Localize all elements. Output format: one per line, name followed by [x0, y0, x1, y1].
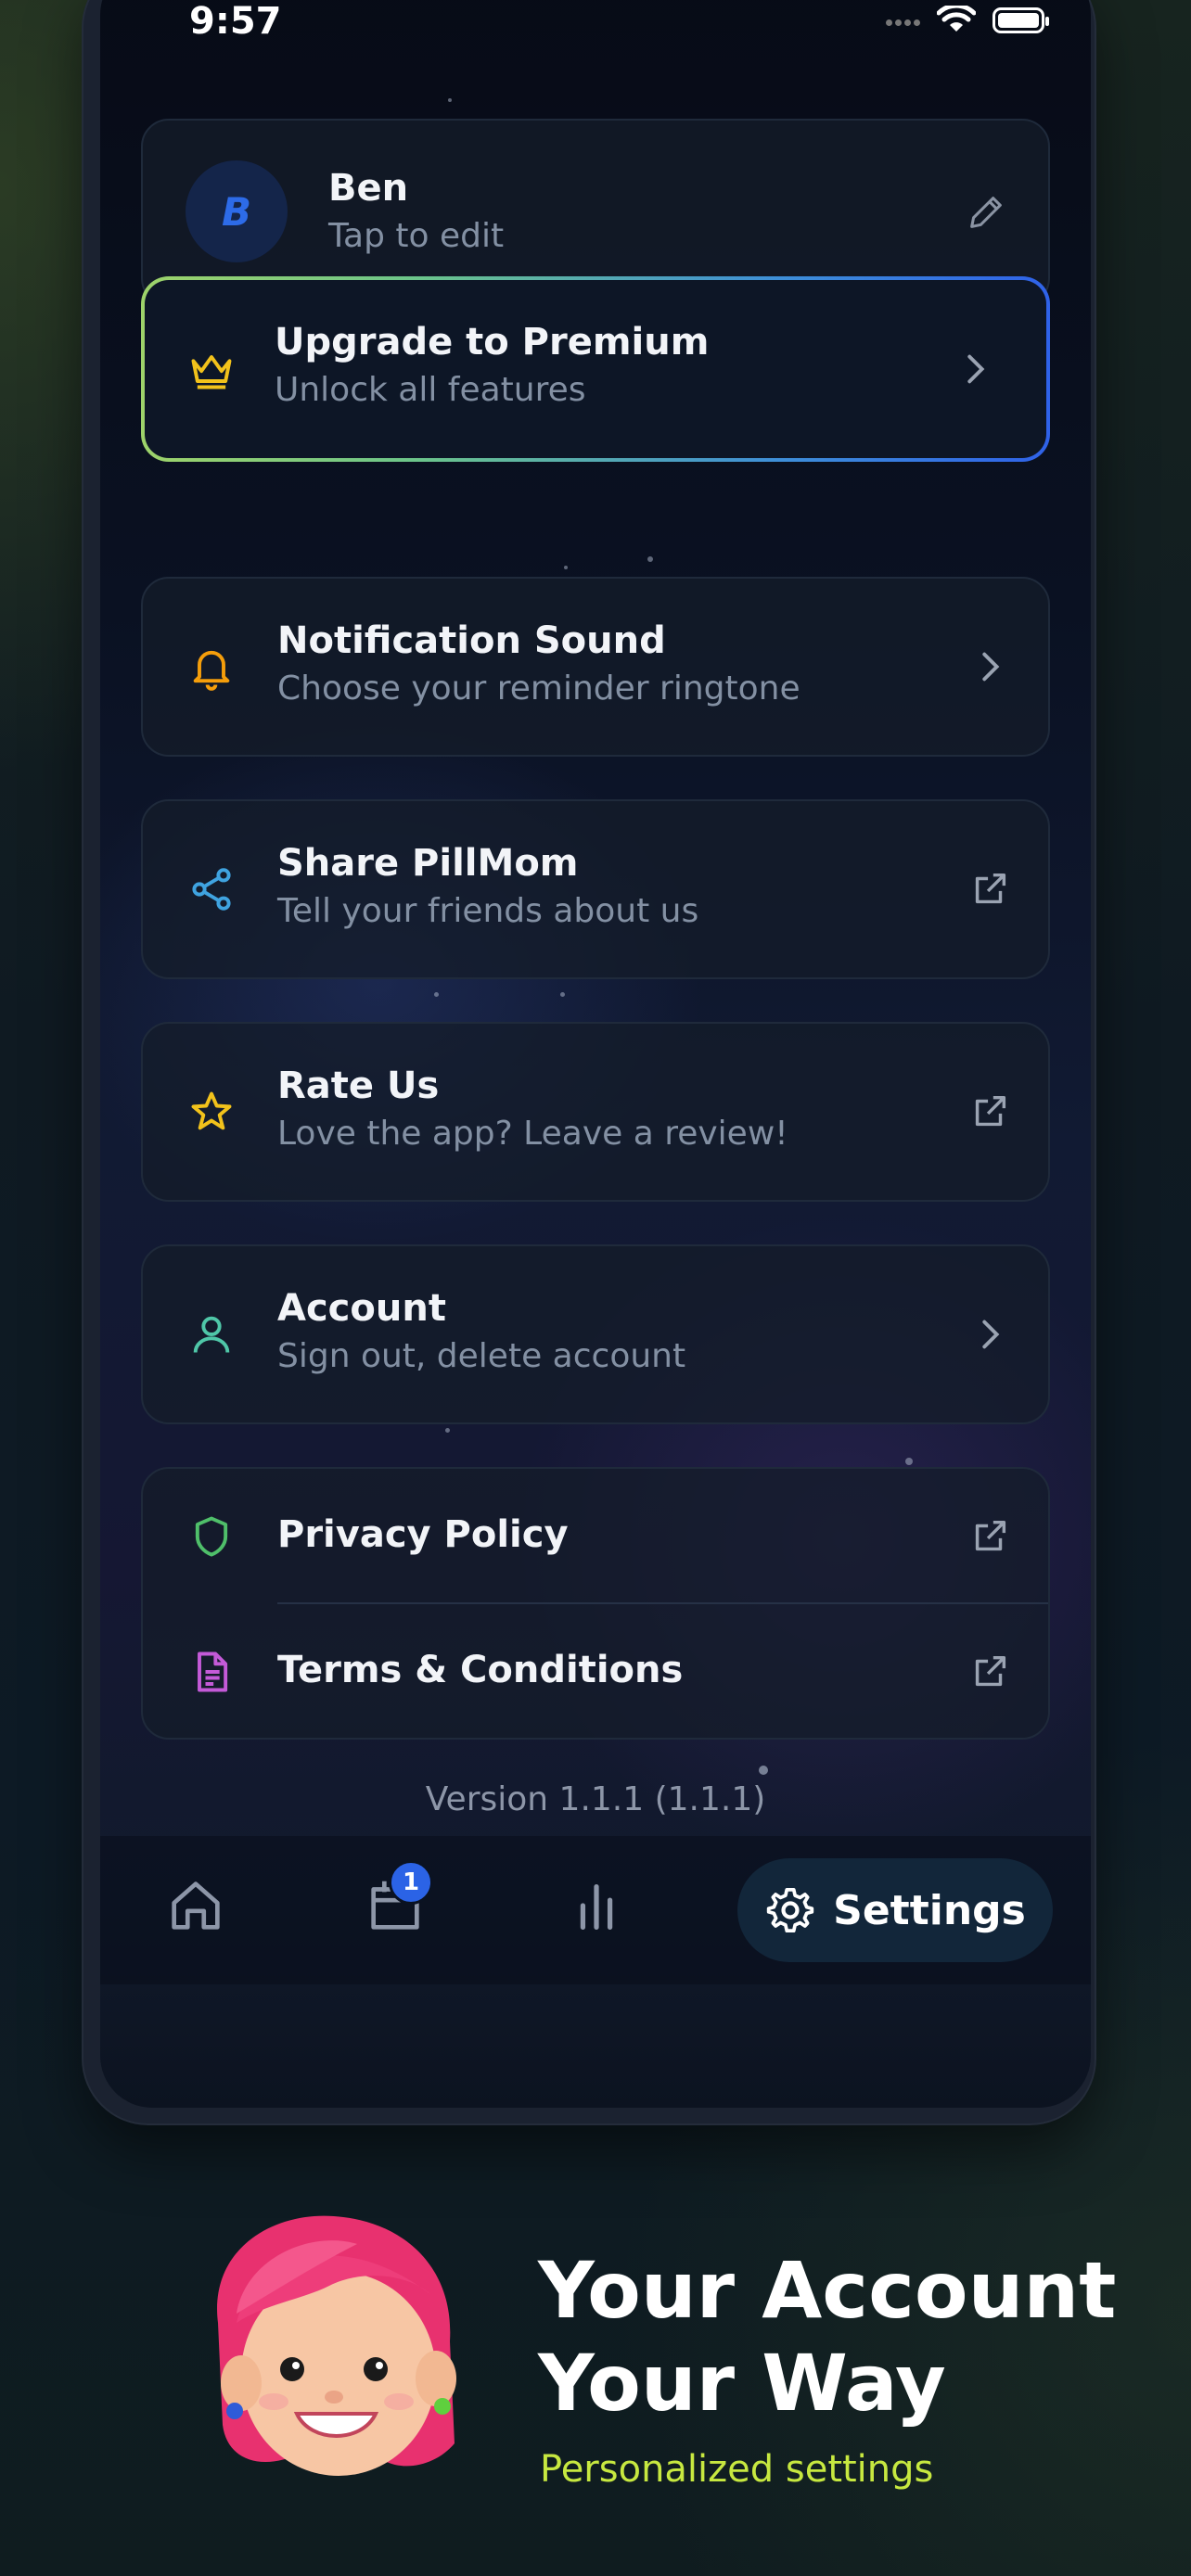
profile-subtitle: Tap to edit — [328, 217, 505, 255]
star-dot — [759, 1766, 768, 1775]
premium-title: Upgrade to Premium — [275, 321, 710, 363]
star-dot — [448, 98, 452, 102]
chevron-right-icon — [982, 652, 1000, 682]
privacy-policy-row[interactable]: Privacy Policy — [143, 1469, 1048, 1603]
status-time: 9:57 — [189, 0, 282, 43]
promo-headline-line1: Your Account — [538, 2245, 1117, 2336]
menu-item-rate-us[interactable]: Rate Us Love the app? Leave a review! — [141, 1022, 1050, 1202]
profile-name: Ben — [328, 167, 409, 210]
battery-icon — [992, 7, 1049, 33]
star-dot — [905, 1458, 913, 1465]
promo-headline-line2: Your Way — [538, 2338, 946, 2429]
star-dot — [434, 992, 439, 997]
mascot-girl-illustration — [217, 2215, 456, 2476]
external-link-icon — [975, 873, 1006, 904]
premium-subtitle: Unlock all features — [275, 371, 586, 409]
terms-conditions-row[interactable]: Terms & Conditions — [143, 1604, 1048, 1740]
crown-icon — [191, 355, 232, 389]
menu-item-title: Share PillMom — [277, 842, 579, 885]
external-link-icon — [975, 1655, 1006, 1687]
version-label: Version 1.1.1 (1.1.1) — [425, 1780, 766, 1818]
bar-chart-icon[interactable] — [564, 1873, 629, 1938]
bell-icon — [193, 650, 230, 691]
menu-item-title: Notification Sound — [277, 619, 666, 662]
tab-bar: 1 Settings — [100, 1836, 1091, 1984]
status-icons — [883, 6, 1049, 35]
menu-item-subtitle: Choose your reminder ringtone — [277, 670, 800, 708]
terms-conditions-label: Terms & Conditions — [277, 1649, 684, 1691]
privacy-policy-label: Privacy Policy — [277, 1513, 569, 1556]
menu-item-subtitle: Sign out, delete account — [277, 1337, 686, 1375]
tab-settings-label: Settings — [833, 1886, 1026, 1934]
external-link-icon — [975, 1520, 1006, 1550]
menu-item-title: Account — [277, 1287, 446, 1330]
menu-item-title: Rate Us — [277, 1065, 440, 1107]
promo-headline: Your Account Your Way — [538, 2244, 1116, 2429]
user-icon — [193, 1316, 230, 1353]
home-icon[interactable] — [163, 1873, 228, 1938]
phone-screen: 9:57 B Ben Tap to edit Upgrade to Premiu… — [100, 0, 1091, 2108]
shield-icon — [195, 1516, 228, 1556]
premium-card-body: Upgrade to Premium Unlock all features — [145, 280, 1046, 458]
tab-settings[interactable]: Settings — [737, 1858, 1053, 1962]
cellular-signal-icon — [883, 12, 920, 30]
menu-item-share-pillmom[interactable]: Share PillMom Tell your friends about us — [141, 799, 1050, 979]
notification-badge: 1 — [389, 1860, 433, 1905]
star-icon — [191, 1091, 232, 1130]
share-icon — [192, 868, 231, 911]
menu-item-account[interactable]: Account Sign out, delete account — [141, 1244, 1050, 1424]
external-link-icon — [975, 1095, 1006, 1127]
star-dot — [647, 556, 653, 562]
chevron-right-icon — [982, 1320, 1000, 1349]
upgrade-premium-card[interactable]: Upgrade to Premium Unlock all features — [141, 276, 1050, 462]
star-dot — [445, 1428, 450, 1433]
pencil-icon[interactable] — [965, 191, 1007, 234]
status-bar: 9:57 — [100, 0, 1091, 65]
menu-item-subtitle: Tell your friends about us — [277, 892, 699, 930]
avatar: B — [186, 160, 288, 262]
star-dot — [560, 992, 565, 997]
promo-tagline: Personalized settings — [540, 2448, 934, 2491]
tab-calendar[interactable]: 1 — [363, 1860, 433, 1938]
legal-card: Privacy Policy Terms & Conditions — [141, 1467, 1050, 1740]
document-icon — [198, 1651, 228, 1692]
gear-icon — [766, 1887, 814, 1933]
star-dot — [564, 566, 568, 569]
chevron-right-icon — [967, 354, 985, 384]
menu-item-notification-sound[interactable]: Notification Sound Choose your reminder … — [141, 577, 1050, 757]
wifi-icon — [937, 6, 976, 32]
menu-item-subtitle: Love the app? Leave a review! — [277, 1115, 788, 1153]
